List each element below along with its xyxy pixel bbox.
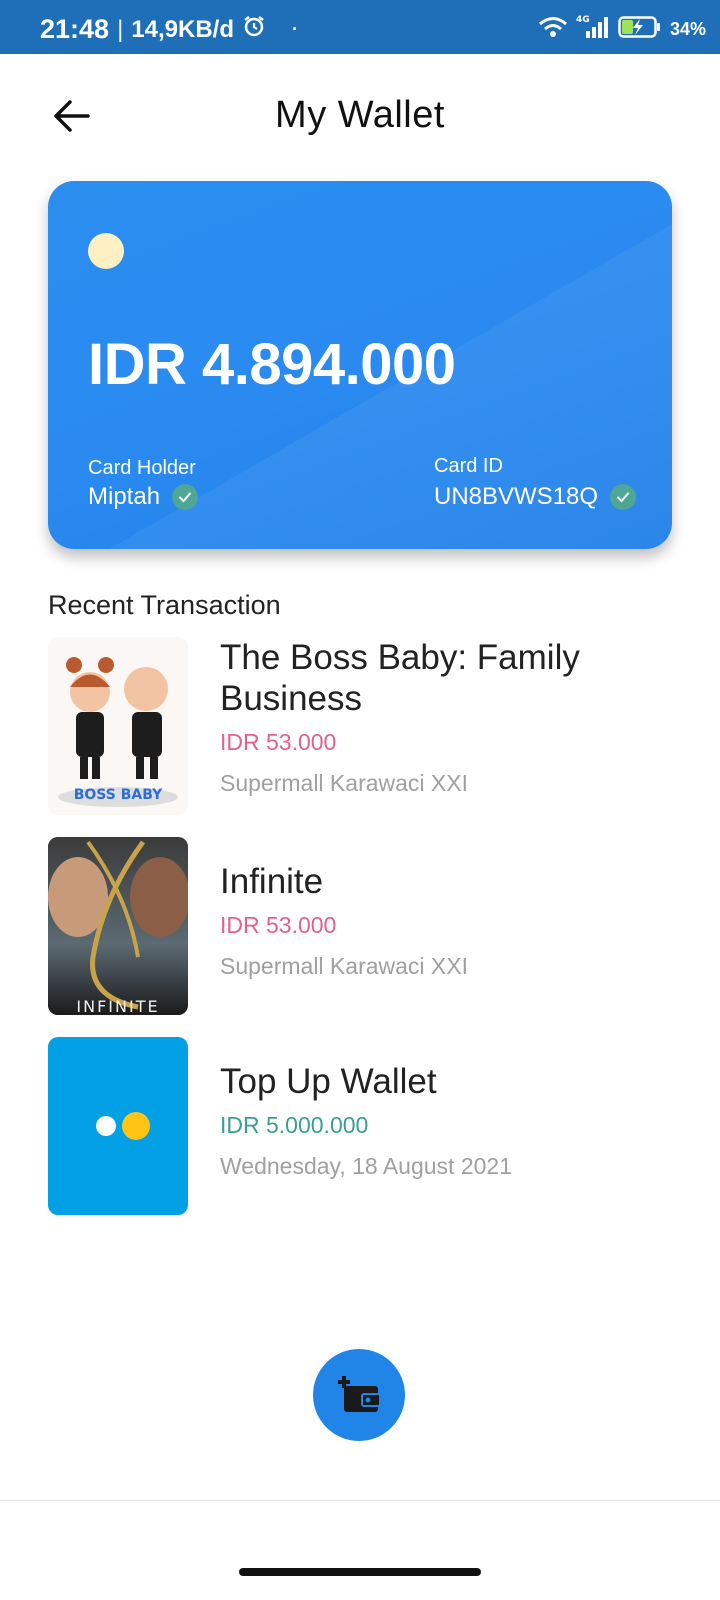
transaction-amount: IDR 53.000 (220, 912, 337, 938)
battery-charging-icon (618, 15, 662, 44)
status-bar: 21:48 | 14,9KB/d · 4G 34% (0, 0, 720, 54)
card-id-value: UN8BVWS18Q (434, 483, 637, 511)
alarm-icon (242, 14, 266, 45)
bottom-divider (0, 1500, 720, 1501)
top-up-wallet-button[interactable] (313, 1349, 405, 1441)
signal-4g-icon: 4G (576, 14, 610, 45)
transaction-item[interactable]: INFINITE Infinite IDR 53.000 Supermall K… (48, 837, 688, 1015)
status-dot: · (292, 19, 298, 39)
transaction-title: Top Up Wallet (220, 1062, 437, 1101)
transaction-item[interactable]: BOSS BABY The Boss Baby: Family Business… (48, 637, 688, 815)
verified-check-icon (610, 484, 637, 510)
transaction-title: Infinite (220, 862, 324, 901)
wallet-add-icon (338, 1376, 381, 1412)
transaction-info: The Boss Baby: Family Business IDR 53.00… (220, 637, 680, 797)
transaction-item[interactable]: Top Up Wallet IDR 5.000.000 Wednesday, 1… (48, 1037, 688, 1215)
poster-title-text: INFINITE (76, 997, 159, 1015)
gesture-navigation-bar[interactable] (239, 1568, 481, 1576)
movie-poster-boss-baby: BOSS BABY (48, 637, 188, 815)
transaction-info: Infinite IDR 53.000 Supermall Karawaci X… (220, 861, 680, 980)
svg-text:4G: 4G (576, 15, 590, 25)
card-holder-value: Miptah (88, 483, 199, 511)
transaction-info: Top Up Wallet IDR 5.000.000 Wednesday, 1… (220, 1061, 680, 1180)
wifi-icon (538, 15, 568, 44)
battery-percentage: 34% (669, 19, 706, 39)
transaction-title: The Boss Baby: Family Business (220, 638, 580, 718)
status-right: 4G 34% (538, 14, 706, 45)
card-holder-label: Card Holder (88, 457, 196, 479)
card-id-label: Card ID (434, 455, 503, 477)
status-left: 21:48 | 14,9KB/d · (40, 14, 298, 45)
card-id-text: UN8BVWS18Q (434, 483, 599, 510)
status-separator: | (117, 15, 124, 43)
recent-transaction-title: Recent Transaction (48, 590, 281, 620)
transaction-location: Supermall Karawaci XXI (220, 953, 468, 979)
card-holder-name: Miptah (88, 483, 161, 510)
top-up-wallet-icon (48, 1037, 188, 1215)
status-time: 21:48 (40, 14, 110, 44)
network-rate: 14,9KB/d (131, 15, 234, 43)
wallet-balance: IDR 4.894.000 (88, 332, 456, 397)
transaction-location: Supermall Karawaci XXI (220, 770, 468, 796)
transaction-date: Wednesday, 18 August 2021 (220, 1153, 512, 1179)
transaction-amount: IDR 5.000.000 (220, 1112, 369, 1138)
verified-check-icon (172, 484, 199, 510)
movie-poster-infinite: INFINITE (48, 837, 188, 1015)
transaction-amount: IDR 53.000 (220, 729, 337, 755)
card-chip (88, 233, 124, 269)
poster-title-text: BOSS BABY (74, 787, 163, 803)
page-title: My Wallet (275, 94, 445, 136)
app-header: My Wallet (0, 54, 720, 178)
wallet-card: IDR 4.894.000 Card Holder Miptah Card ID… (48, 181, 672, 549)
